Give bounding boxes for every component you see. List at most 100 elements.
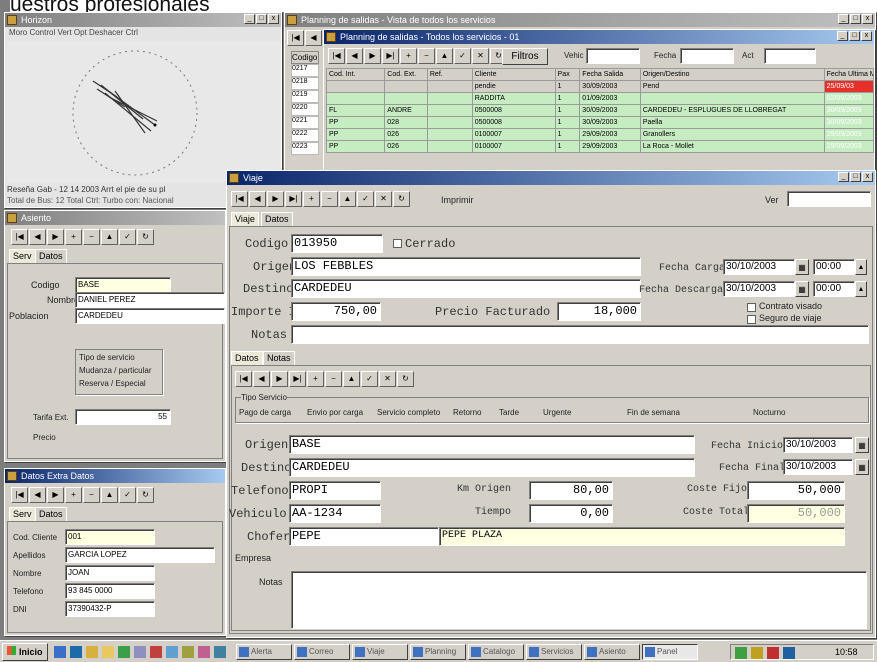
cod-cliente-field[interactable]: 001 xyxy=(65,529,155,545)
s-destino-field[interactable]: CARDEDEU xyxy=(289,458,695,477)
taskbar-button[interactable]: Asiento xyxy=(584,644,640,660)
km-field[interactable]: 80,00 xyxy=(529,481,613,500)
act-input[interactable] xyxy=(764,48,816,64)
tab-serv[interactable]: Serv xyxy=(9,507,36,521)
radio-option[interactable]: Envio por carga xyxy=(307,408,363,417)
first-icon[interactable]: |◀ xyxy=(231,191,248,207)
fecha-input[interactable] xyxy=(680,48,734,64)
column-header[interactable]: Ref. xyxy=(426,68,473,81)
table-row[interactable]: FL ANDRE 0500008 1 30/09/2003 CARDEDEU - ESPL… xyxy=(325,104,875,117)
importe-field[interactable]: 750,00 xyxy=(291,302,381,321)
spin-icon[interactable]: ▲ xyxy=(855,259,867,275)
edit-icon[interactable]: ▲ xyxy=(339,191,356,207)
table-row[interactable]: pendie 1 30/09/2003 Pend 25/09/03 xyxy=(325,80,875,93)
column-header[interactable]: Cod. Ext. xyxy=(384,68,428,81)
prev-icon[interactable]: ◀ xyxy=(29,229,46,245)
folder-icon[interactable] xyxy=(102,646,114,658)
dni-field[interactable]: 37390432-P xyxy=(65,601,155,617)
delete-icon[interactable]: − xyxy=(83,487,100,503)
poblacion-field[interactable]: CARDEDEU xyxy=(75,308,225,324)
edit-icon[interactable]: ▲ xyxy=(101,229,118,245)
tool-icon[interactable] xyxy=(150,646,162,658)
fecha-inicio-field[interactable]: 30/10/2003 xyxy=(783,437,853,453)
vehiculo-field[interactable]: AA-1234 xyxy=(289,504,381,523)
next-icon[interactable]: ▶ xyxy=(364,48,381,64)
save-icon[interactable]: ✓ xyxy=(119,229,136,245)
save-icon[interactable]: ✓ xyxy=(119,487,136,503)
codigo-item[interactable]: 0221 xyxy=(291,116,319,129)
contrato-checkbox[interactable] xyxy=(747,303,756,312)
codigo-item[interactable]: 0219 xyxy=(291,90,319,103)
s-origen-field[interactable]: BASE xyxy=(289,435,695,454)
minimize-icon[interactable]: _ xyxy=(838,14,849,24)
add-icon[interactable]: + xyxy=(65,487,82,503)
nombre-field[interactable]: JOAN xyxy=(65,565,155,581)
browser-icon[interactable] xyxy=(70,646,82,658)
taskbar-button[interactable]: Alerta xyxy=(236,644,292,660)
first-icon[interactable]: |◀ xyxy=(328,48,345,64)
prev-icon[interactable]: ◀ xyxy=(253,371,270,387)
add-icon[interactable]: + xyxy=(307,371,324,387)
clock[interactable]: 10:58 xyxy=(835,647,858,657)
next-icon[interactable]: ▶ xyxy=(47,229,64,245)
taskbar-button[interactable]: Viaje xyxy=(352,644,408,660)
network-icon[interactable] xyxy=(735,647,747,659)
taskbar-button[interactable]: Catalogo xyxy=(468,644,524,660)
coste-total-field[interactable]: 50,000 xyxy=(747,504,845,523)
maximize-icon[interactable]: □ xyxy=(850,172,861,182)
telefono-field[interactable]: BASE xyxy=(75,277,171,293)
close-icon[interactable]: x xyxy=(862,14,873,24)
tab-viaje[interactable]: Viaje xyxy=(231,212,259,226)
desktop-icon[interactable] xyxy=(54,646,66,658)
calendar-icon[interactable]: ▦ xyxy=(855,459,869,475)
cancel-icon[interactable]: ✕ xyxy=(472,48,489,64)
radio-option[interactable]: Nocturno xyxy=(753,408,785,417)
last-icon[interactable]: ▶| xyxy=(289,371,306,387)
tab-datos-sub[interactable]: Datos xyxy=(231,351,263,365)
update-icon[interactable] xyxy=(783,647,795,659)
fecha-descarga-field[interactable]: 30/10/2003 xyxy=(723,281,795,297)
calendar-icon[interactable]: ▦ xyxy=(795,281,809,297)
cerrado-checkbox[interactable] xyxy=(393,239,402,248)
notas-field[interactable] xyxy=(291,325,869,344)
app-icon[interactable] xyxy=(198,646,210,658)
codigo-item[interactable]: 0222 xyxy=(291,129,319,142)
antivirus-icon[interactable] xyxy=(767,647,779,659)
seguro-checkbox[interactable] xyxy=(747,315,756,324)
refresh-icon[interactable]: ↻ xyxy=(137,229,154,245)
close-icon[interactable]: x xyxy=(862,172,873,182)
tiempo-field[interactable]: 0,00 xyxy=(529,504,613,523)
taskbar-button[interactable]: Correo xyxy=(294,644,350,660)
prev-icon[interactable]: ◀ xyxy=(29,487,46,503)
radar-chart[interactable] xyxy=(5,41,281,183)
filter-button[interactable]: Filtros xyxy=(502,48,548,65)
column-header[interactable]: Fecha Salida xyxy=(579,68,641,81)
first-icon[interactable]: |◀ xyxy=(11,229,28,245)
save-icon[interactable]: ✓ xyxy=(454,48,471,64)
radio-option[interactable]: Pago de carga xyxy=(239,408,291,417)
fecha-carga-field[interactable]: 30/10/2003 xyxy=(723,259,795,275)
last-icon[interactable]: ▶| xyxy=(382,48,399,64)
codigo-item[interactable]: 0220 xyxy=(291,103,319,116)
origen-field[interactable]: LOS FEBBLES xyxy=(291,257,641,276)
prev-icon[interactable]: ◀ xyxy=(249,191,266,207)
column-header[interactable]: Fecha Ultima Mod. xyxy=(823,68,875,81)
taskbar-button[interactable]: Panel xyxy=(642,644,698,660)
taskbar-button[interactable]: Servicios xyxy=(526,644,582,660)
maximize-icon[interactable]: □ xyxy=(849,31,860,41)
cancel-icon[interactable]: ✕ xyxy=(375,191,392,207)
codigo-item[interactable]: 0223 xyxy=(291,142,319,155)
app-icon[interactable] xyxy=(182,646,194,658)
hora-carga-field[interactable]: 00:00 xyxy=(813,259,855,275)
last-icon[interactable]: ▶| xyxy=(285,191,302,207)
next-icon[interactable]: ▶ xyxy=(267,191,284,207)
column-header[interactable]: Pax xyxy=(554,68,581,81)
refresh-icon[interactable]: ↻ xyxy=(137,487,154,503)
app-icon[interactable] xyxy=(214,646,226,658)
codigo-item[interactable]: 0217 xyxy=(291,64,319,77)
radio-option[interactable]: Mudanza / particular xyxy=(79,366,151,375)
table-row[interactable]: RADDITA 1 01/09/2003 02/09/2003 xyxy=(325,92,875,105)
mail-icon[interactable] xyxy=(86,646,98,658)
delete-icon[interactable]: − xyxy=(325,371,342,387)
chofer-field[interactable]: PEPE xyxy=(289,527,439,546)
